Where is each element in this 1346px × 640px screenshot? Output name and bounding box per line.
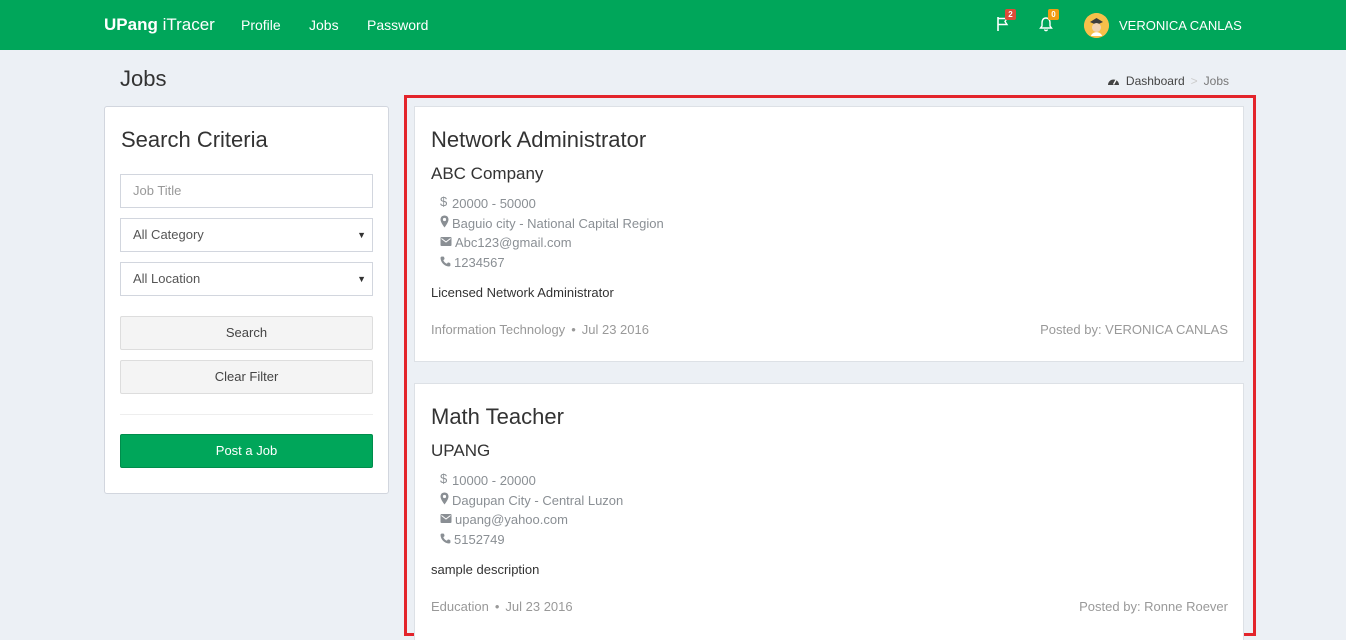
user-name[interactable]: VERONICA CANLAS xyxy=(1119,18,1242,33)
brand-name-bold: UPang xyxy=(104,15,158,34)
posted-by: Posted by: VERONICA CANLAS xyxy=(1040,322,1228,337)
job-card[interactable]: Math Teacher UPANG $ 10000 - 20000 Dagup… xyxy=(414,383,1244,640)
posted-by: Posted by: Ronne Roever xyxy=(1079,599,1228,614)
job-title[interactable]: Network Administrator xyxy=(431,127,646,153)
location-select-value: All Location xyxy=(133,271,201,286)
job-meta: Information Technology • Jul 23 2016 xyxy=(431,322,649,338)
dashboard-icon xyxy=(1107,75,1120,87)
top-navbar: UPang iTracer Profile Jobs Password 2 0 … xyxy=(0,0,1346,50)
map-marker-icon xyxy=(440,492,449,509)
email-row: Abc123@gmail.com xyxy=(440,235,572,251)
breadcrumb: Dashboard > Jobs xyxy=(1107,74,1229,88)
dollar-icon: $ xyxy=(440,471,449,489)
category-select-value: All Category xyxy=(133,227,204,242)
svg-text:$: $ xyxy=(440,195,448,208)
bell-badge: 0 xyxy=(1048,9,1059,20)
job-description: Licensed Network Administrator xyxy=(431,285,614,300)
dot-separator: • xyxy=(571,322,576,337)
salary-text: 20000 - 50000 xyxy=(452,195,536,211)
map-marker-icon xyxy=(440,215,449,232)
search-button[interactable]: Search xyxy=(120,316,373,350)
phone-row: 1234567 xyxy=(440,255,505,271)
location-row: Baguio city - National Capital Region xyxy=(440,215,664,232)
salary-text: 10000 - 20000 xyxy=(452,472,536,488)
search-criteria-panel: Search Criteria Job Title All Category ▼… xyxy=(104,106,389,494)
breadcrumb-current: Jobs xyxy=(1203,74,1229,88)
location-row: Dagupan City - Central Luzon xyxy=(440,492,623,509)
flag-icon[interactable]: 2 xyxy=(995,9,1016,34)
envelope-icon xyxy=(440,512,452,528)
job-description: sample description xyxy=(431,562,540,577)
phone-text: 5152749 xyxy=(454,532,505,547)
email-row: upang@yahoo.com xyxy=(440,512,568,528)
phone-text: 1234567 xyxy=(454,255,505,270)
phone-row: 5152749 xyxy=(440,532,505,548)
dollar-icon: $ xyxy=(440,194,449,212)
job-title-input[interactable]: Job Title xyxy=(120,174,373,208)
email-text[interactable]: Abc123@gmail.com xyxy=(455,235,572,251)
company-name: ABC Company xyxy=(431,164,544,183)
envelope-icon xyxy=(440,235,452,251)
location-text: Dagupan City - Central Luzon xyxy=(452,492,624,508)
breadcrumb-separator: > xyxy=(1190,74,1198,88)
page-title: Jobs xyxy=(120,66,167,91)
divider xyxy=(120,414,373,415)
phone-icon xyxy=(440,255,451,271)
job-category: Education xyxy=(431,599,489,614)
job-category: Information Technology xyxy=(431,322,566,337)
post-job-button[interactable]: Post a Job xyxy=(120,434,373,468)
job-date: Jul 23 2016 xyxy=(505,599,573,614)
phone-icon xyxy=(440,532,451,548)
nav-link-profile[interactable]: Profile xyxy=(241,17,281,33)
salary-row: $ 10000 - 20000 xyxy=(440,471,536,489)
chevron-down-icon: ▼ xyxy=(357,230,366,240)
breadcrumb-home[interactable]: Dashboard xyxy=(1126,74,1185,88)
clear-filter-button[interactable]: Clear Filter xyxy=(120,360,373,394)
location-text: Baguio city - National Capital Region xyxy=(452,215,664,231)
job-meta: Education • Jul 23 2016 xyxy=(431,599,573,615)
nav-link-jobs[interactable]: Jobs xyxy=(309,17,339,33)
avatar[interactable] xyxy=(1084,13,1109,38)
nav-link-password[interactable]: Password xyxy=(367,17,428,33)
email-text[interactable]: upang@yahoo.com xyxy=(455,512,568,528)
category-select[interactable]: All Category ▼ xyxy=(120,218,373,252)
job-card[interactable]: Network Administrator ABC Company $ 2000… xyxy=(414,106,1244,362)
search-criteria-title: Search Criteria xyxy=(121,127,268,152)
chevron-down-icon: ▼ xyxy=(357,274,366,284)
job-date: Jul 23 2016 xyxy=(581,322,649,337)
location-select[interactable]: All Location ▼ xyxy=(120,262,373,296)
svg-text:$: $ xyxy=(440,472,448,485)
salary-row: $ 20000 - 50000 xyxy=(440,194,536,212)
job-title[interactable]: Math Teacher xyxy=(431,404,564,430)
brand-name-light: iTracer xyxy=(157,15,215,34)
company-name: UPANG xyxy=(431,441,491,460)
dot-separator: • xyxy=(494,599,500,614)
brand-logo[interactable]: UPang iTracer xyxy=(104,15,215,35)
flag-badge: 2 xyxy=(1005,9,1016,20)
bell-icon[interactable]: 0 xyxy=(1038,9,1059,34)
